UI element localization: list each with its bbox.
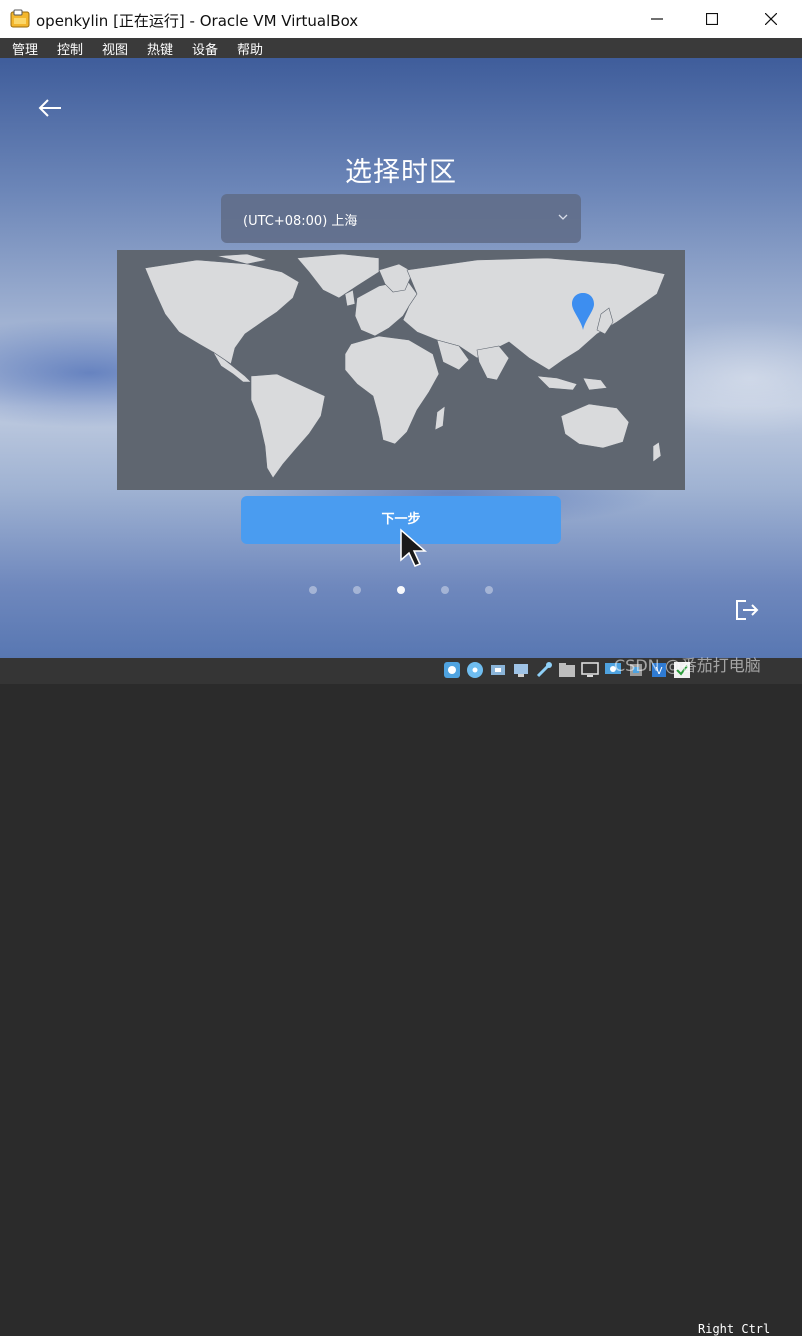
step-indicator-dot [353, 586, 361, 594]
minimize-button[interactable] [630, 0, 684, 38]
timezone-select[interactable]: (UTC+08:00) 上海 [221, 194, 581, 243]
vm-menubar: 管理 控制 视图 热键 设备 帮助 [0, 38, 802, 58]
close-icon [765, 13, 777, 25]
optical-drive-icon[interactable] [466, 661, 484, 679]
network-icon[interactable] [512, 661, 530, 679]
display-icon[interactable] [581, 661, 599, 679]
menu-control[interactable]: 控制 [57, 39, 83, 58]
watermark-text: CSDN @番茄打电脑 [614, 656, 761, 675]
maximize-icon [706, 13, 718, 25]
exit-button[interactable] [734, 598, 760, 622]
virtualbox-app-icon [10, 9, 30, 29]
timezone-value: (UTC+08:00) 上海 [243, 214, 358, 229]
host-key-label: Right Ctrl [698, 1322, 771, 1336]
maximize-button[interactable] [685, 0, 739, 38]
arrow-left-icon [38, 99, 61, 117]
step-indicator-dot-active [397, 586, 405, 594]
minimize-icon [651, 18, 663, 20]
menu-manage[interactable]: 管理 [12, 39, 38, 58]
close-button[interactable] [744, 0, 798, 38]
window-titlebar: openkylin [正在运行] - Oracle VM VirtualBox [0, 0, 802, 38]
usb-icon[interactable] [535, 661, 553, 679]
mouse-cursor-icon [399, 528, 429, 572]
audio-icon[interactable] [489, 661, 507, 679]
step-indicator-dot [441, 586, 449, 594]
menu-help[interactable]: 帮助 [237, 39, 263, 58]
back-button[interactable] [36, 94, 64, 122]
step-indicator-dot [485, 586, 493, 594]
vm-display: 选择时区 (UTC+08:00) 上海 下一步 [0, 58, 802, 658]
chevron-down-icon [558, 214, 568, 220]
hard-disk-icon[interactable] [443, 661, 461, 679]
menu-hotkeys[interactable]: 热键 [147, 39, 173, 58]
window-title: openkylin [正在运行] - Oracle VM VirtualBox [36, 12, 359, 30]
shared-folder-icon[interactable] [558, 661, 576, 679]
world-map[interactable] [117, 250, 685, 490]
menu-view[interactable]: 视图 [102, 39, 128, 58]
page-title: 选择时区 [345, 157, 457, 188]
menu-devices[interactable]: 设备 [192, 39, 218, 58]
world-map-graphic [144, 253, 666, 479]
exit-icon [736, 600, 759, 620]
step-indicator-dot [309, 586, 317, 594]
